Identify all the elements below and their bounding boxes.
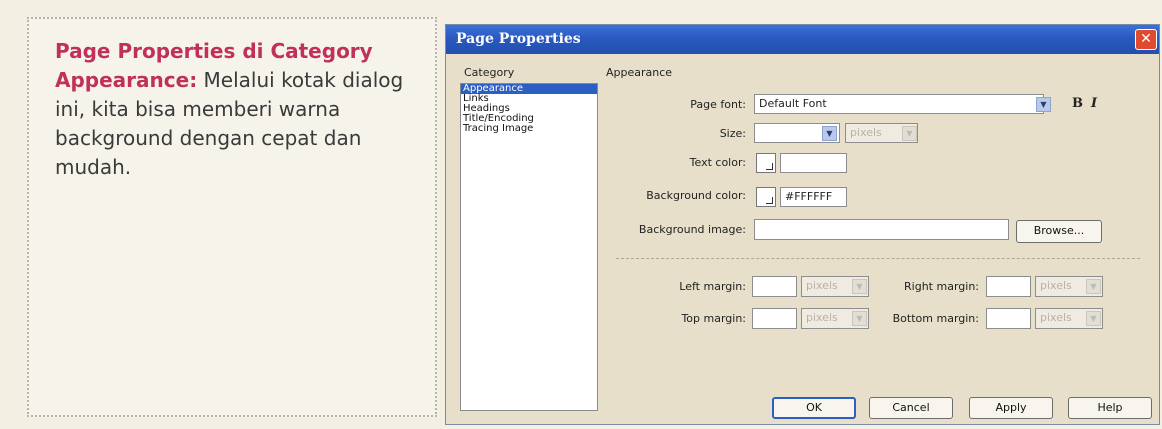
ok-button[interactable]: OK: [772, 397, 856, 419]
background-color-swatch[interactable]: [756, 187, 776, 207]
caption-text: Page Properties di Category Appearance: …: [55, 37, 425, 182]
page-font-label: Page font:: [690, 98, 746, 111]
top-margin-label: Top margin:: [681, 312, 746, 325]
section-heading: Appearance: [606, 66, 673, 79]
background-color-label: Background color:: [646, 189, 746, 202]
category-label: Category: [464, 66, 515, 79]
left-margin-input[interactable]: [752, 276, 797, 297]
background-color-input[interactable]: #FFFFFF: [780, 187, 847, 207]
page-properties-dialog: Page Properties ✕ Category Appearance Li…: [445, 24, 1160, 425]
right-margin-label: Right margin:: [904, 280, 979, 293]
chevron-down-icon[interactable]: ▼: [822, 126, 837, 141]
chevron-down-icon: ▼: [852, 311, 867, 326]
text-color-swatch[interactable]: [756, 153, 776, 173]
cancel-button[interactable]: Cancel: [869, 397, 953, 419]
text-color-input[interactable]: [780, 153, 847, 173]
background-image-input[interactable]: [754, 219, 1009, 240]
chevron-down-icon: ▼: [1086, 279, 1101, 294]
browse-button[interactable]: Browse...: [1016, 220, 1102, 243]
chevron-down-icon: ▼: [902, 126, 917, 141]
apply-button[interactable]: Apply: [969, 397, 1053, 419]
left-margin-label: Left margin:: [679, 280, 746, 293]
dialog-title: Page Properties: [456, 31, 581, 47]
bottom-margin-input[interactable]: [986, 308, 1031, 329]
title-bar[interactable]: Page Properties ✕: [446, 25, 1159, 54]
right-margin-input[interactable]: [986, 276, 1031, 297]
chevron-down-icon: ▼: [852, 279, 867, 294]
top-margin-input[interactable]: [752, 308, 797, 329]
help-button[interactable]: Help: [1068, 397, 1152, 419]
category-list[interactable]: Appearance Links Headings Title/Encoding…: [460, 83, 598, 411]
italic-button[interactable]: I: [1091, 96, 1097, 111]
text-color-label: Text color:: [689, 156, 746, 169]
size-label: Size:: [719, 127, 746, 140]
chevron-down-icon: ▼: [1086, 311, 1101, 326]
bold-button[interactable]: B: [1072, 96, 1083, 111]
background-image-label: Background image:: [638, 223, 746, 236]
page-font-select[interactable]: Default Font: [754, 94, 1044, 114]
divider: [616, 258, 1140, 259]
close-icon[interactable]: ✕: [1135, 29, 1157, 50]
bottom-margin-label: Bottom margin:: [892, 312, 979, 325]
category-item-tracing-image[interactable]: Tracing Image: [461, 124, 597, 134]
chevron-down-icon[interactable]: ▼: [1036, 97, 1051, 112]
